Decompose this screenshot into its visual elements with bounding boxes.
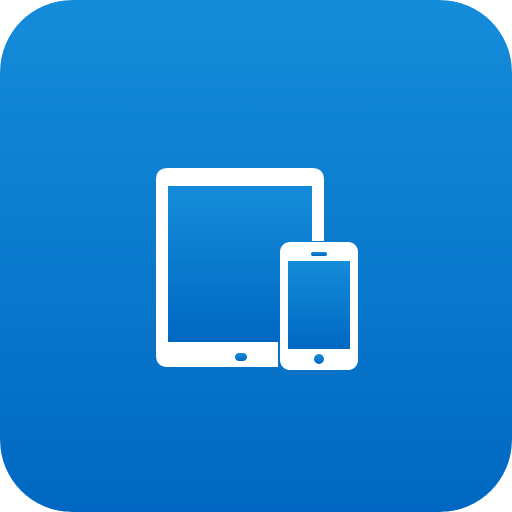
phone-icon [280, 242, 358, 370]
phone-speaker [311, 252, 327, 256]
tablet-home-button [235, 353, 247, 361]
app-icon[interactable] [0, 0, 512, 512]
phone-screen [288, 261, 350, 349]
phone-home-button [314, 354, 324, 364]
app-icon-graphic [0, 0, 512, 512]
